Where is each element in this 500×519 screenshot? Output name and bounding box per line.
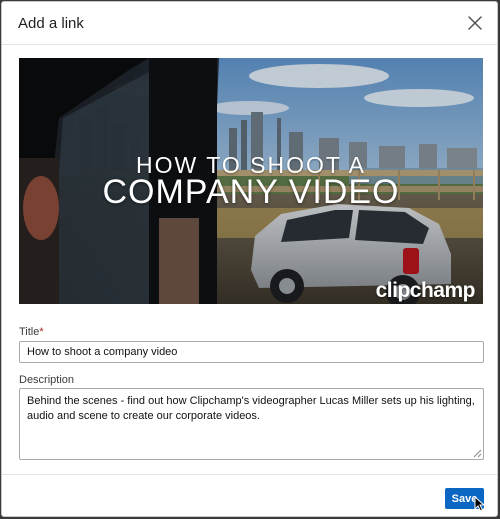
close-button[interactable] [467,15,483,31]
close-icon [468,16,482,30]
required-marker: * [39,326,44,338]
footer-divider [2,474,497,475]
mouse-pointer-icon [474,496,486,512]
title-label: Title* [19,326,44,338]
title-input[interactable] [19,341,484,363]
title-label-text: Title [19,326,40,338]
video-thumbnail: HOW TO SHOOT A COMPANY VIDEO clipchamp [19,58,483,304]
dialog-title: Add a link [18,15,84,32]
description-textarea[interactable]: Behind the scenes - find out how Clipcha… [19,388,484,460]
video-headline-main: COMPANY VIDEO [102,173,400,211]
dialog-header: Add a link [2,2,497,45]
resize-grip-icon[interactable] [472,448,482,458]
add-link-dialog: Add a link HOW TO SHOOT A COMPANY VIDEO … [1,1,498,517]
description-label: Description [19,374,75,386]
clipchamp-logo: clipchamp [375,279,476,302]
